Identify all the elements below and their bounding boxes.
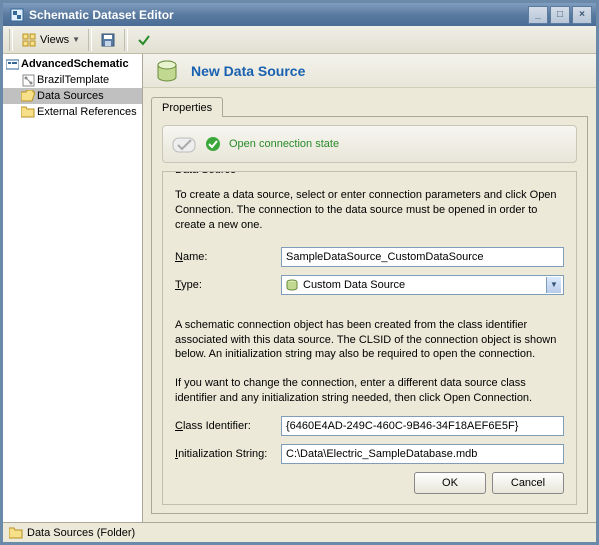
tab-label: Properties xyxy=(162,102,212,114)
check-icon xyxy=(136,32,152,48)
init-input[interactable] xyxy=(281,444,564,464)
custom-desc-1: A schematic connection object has been c… xyxy=(175,318,564,363)
datasource-icon xyxy=(153,57,181,85)
intro-text: To create a data source, select or enter… xyxy=(175,188,564,233)
tree-item-label: Data Sources xyxy=(37,90,104,102)
clsid-row: Class Identifier: xyxy=(175,416,564,436)
views-menu[interactable]: Views ▼ xyxy=(17,29,84,51)
validate-button[interactable] xyxy=(132,29,156,51)
connection-check-icon xyxy=(171,131,197,157)
button-row: OK Cancel xyxy=(175,472,564,494)
chevron-down-icon[interactable]: ▼ xyxy=(546,277,561,293)
datasource-fieldset: Data Source To create a data source, sel… xyxy=(162,171,577,505)
name-row: Name: xyxy=(175,247,564,267)
toolbar: Views ▼ xyxy=(3,26,596,54)
body-split: AdvancedSchematic BrazilTemplate Data So… xyxy=(3,54,596,522)
init-row: Initialization String: xyxy=(175,444,564,464)
name-input[interactable] xyxy=(281,247,564,267)
tree-item-externalrefs[interactable]: External References xyxy=(3,104,142,120)
save-icon xyxy=(100,32,116,48)
folder-icon xyxy=(9,526,23,540)
tree-item-label: BrazilTemplate xyxy=(37,74,109,86)
maximize-button[interactable]: □ xyxy=(550,6,570,24)
toolbar-separator xyxy=(88,29,92,51)
clsid-input[interactable] xyxy=(281,416,564,436)
views-icon xyxy=(21,32,37,48)
minimize-button[interactable]: _ xyxy=(528,6,548,24)
app-window: Schematic Dataset Editor _ □ × Views ▼ xyxy=(0,0,599,545)
tree-item-template[interactable]: BrazilTemplate xyxy=(3,72,142,88)
name-label: Name: xyxy=(175,251,275,263)
folder-icon xyxy=(21,105,35,119)
type-combobox[interactable]: Custom Data Source ▼ xyxy=(281,275,564,295)
type-label: Type: xyxy=(175,279,275,291)
custom-desc-2: If you want to change the connection, en… xyxy=(175,376,564,406)
tree-item-label: External References xyxy=(37,106,137,118)
tree-item-datasources[interactable]: Data Sources xyxy=(3,88,142,104)
titlebar: Schematic Dataset Editor _ □ × xyxy=(3,0,596,26)
tabstrip: Properties xyxy=(143,88,596,116)
connection-state-text: Open connection state xyxy=(229,138,339,150)
views-label: Views xyxy=(40,34,69,46)
template-icon xyxy=(21,73,35,87)
fieldset-legend: Data Source xyxy=(171,171,240,176)
toolbar-grip-icon xyxy=(9,29,13,51)
dataset-icon xyxy=(5,57,19,71)
save-button[interactable] xyxy=(96,29,120,51)
window-title: Schematic Dataset Editor xyxy=(29,8,528,22)
cancel-button[interactable]: Cancel xyxy=(492,472,564,494)
properties-panel: Open connection state Data Source To cre… xyxy=(151,116,588,514)
dataset-tree[interactable]: AdvancedSchematic BrazilTemplate Data So… xyxy=(3,54,142,522)
init-label: Initialization String: xyxy=(175,448,275,460)
connection-state-bar: Open connection state xyxy=(162,125,577,163)
content-title: New Data Source xyxy=(191,63,305,79)
tree-root[interactable]: AdvancedSchematic xyxy=(3,56,142,72)
folder-open-icon xyxy=(21,89,35,103)
clsid-label: Class Identifier: xyxy=(175,420,275,432)
chevron-down-icon: ▼ xyxy=(72,35,80,44)
statusbar: Data Sources (Folder) xyxy=(3,522,596,542)
datasource-small-icon xyxy=(284,277,300,293)
content-panel: New Data Source Properties Open connecti… xyxy=(143,54,596,522)
tab-properties[interactable]: Properties xyxy=(151,97,223,117)
toolbar-separator xyxy=(124,29,128,51)
type-row: Type: Custom Data Source ▼ xyxy=(175,275,564,295)
tree-panel: AdvancedSchematic BrazilTemplate Data So… xyxy=(3,54,143,522)
success-check-icon xyxy=(205,136,221,152)
app-icon xyxy=(9,7,25,23)
content-header: New Data Source xyxy=(143,54,596,88)
close-button[interactable]: × xyxy=(572,6,592,24)
status-text: Data Sources (Folder) xyxy=(27,527,135,539)
ok-button[interactable]: OK xyxy=(414,472,486,494)
type-value: Custom Data Source xyxy=(303,279,546,291)
window-controls: _ □ × xyxy=(528,6,592,24)
tree-root-label: AdvancedSchematic xyxy=(21,58,129,70)
